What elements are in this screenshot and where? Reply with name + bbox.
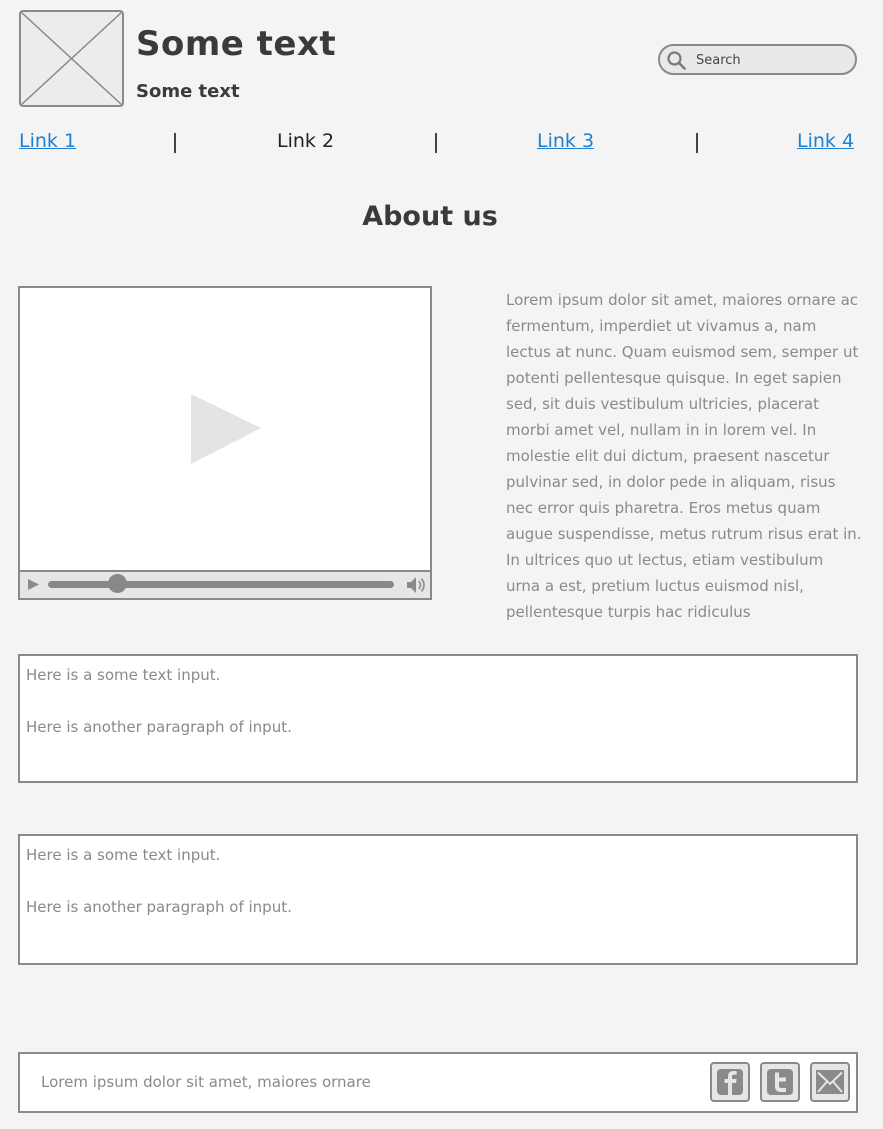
footer-text: Lorem ipsum dolor sit amet, maiores orna… [41,1073,371,1091]
page-heading: About us [362,201,498,232]
play-icon[interactable] [189,392,261,464]
site-title: Some text [136,24,337,64]
twitter-button[interactable] [760,1062,800,1102]
nav-separator [435,133,437,153]
text-box-paragraph: Here is a some text input. [26,666,221,684]
email-button[interactable] [810,1062,850,1102]
twitter-icon[interactable] [762,1064,798,1100]
search-icon[interactable] [667,51,686,70]
video-progress-thumb[interactable] [108,574,127,593]
video-player[interactable] [18,286,432,600]
nav-separator [696,133,698,153]
nav-link-2-current[interactable]: Link 2 [277,130,334,152]
footer: Lorem ipsum dolor sit amet, maiores orna… [18,1052,858,1113]
text-box-paragraph: Here is another paragraph of input. [26,718,292,736]
search-box[interactable] [658,44,857,75]
nav-link-1[interactable]: Link 1 [19,130,76,152]
text-box-paragraph: Here is another paragraph of input. [26,898,292,916]
logo-image-placeholder [19,10,124,107]
about-paragraph: Lorem ipsum dolor sit amet, maiores orna… [506,291,862,621]
image-placeholder-icon [21,12,122,105]
text-box-paragraph: Here is a some text input. [26,846,221,864]
search-input[interactable] [696,49,846,71]
site-subtitle: Some text [136,81,240,102]
nav-link-3[interactable]: Link 3 [537,130,594,152]
nav-link-4[interactable]: Link 4 [797,130,854,152]
play-button-icon[interactable] [27,578,40,591]
video-progress-track[interactable] [48,581,394,588]
text-input-box-2[interactable]: Here is a some text input. Here is anoth… [18,834,858,965]
video-controls [20,570,430,598]
facebook-icon[interactable] [712,1064,748,1100]
volume-icon[interactable] [406,576,428,594]
nav-separator [174,133,176,153]
email-icon[interactable] [812,1064,848,1100]
facebook-button[interactable] [710,1062,750,1102]
text-input-box-1[interactable]: Here is a some text input. Here is anoth… [18,654,858,783]
